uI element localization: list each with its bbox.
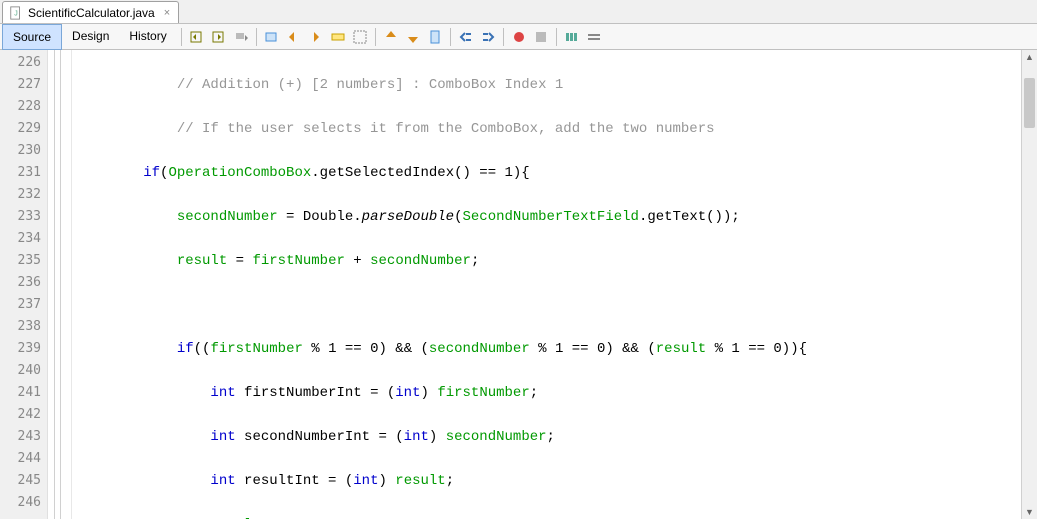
line-number: 240 [0,360,41,382]
code-comment: // If the user selects it from the Combo… [177,121,715,137]
code-comment: // Addition (+) [2 numbers] : ComboBox I… [177,77,563,93]
fold-strip[interactable] [48,50,72,519]
toggle-highlight-icon[interactable] [328,27,348,47]
separator [375,28,376,46]
toggle-bookmark-icon[interactable] [425,27,445,47]
scroll-up-icon[interactable]: ▲ [1022,50,1037,64]
file-tab-label: ScientificCalculator.java [28,6,155,20]
line-number: 236 [0,272,41,294]
find-selection-icon[interactable] [262,27,282,47]
dropdown-icon[interactable] [231,27,251,47]
line-number: 241 [0,382,41,404]
line-number: 231 [0,162,41,184]
line-number: 227 [0,74,41,96]
view-tab-design[interactable]: Design [62,24,119,50]
separator [503,28,504,46]
code-editor: 2262272282292302312322332342352362372382… [0,50,1037,519]
close-icon[interactable]: × [164,7,170,19]
file-tab[interactable]: J ScientificCalculator.java × [2,1,179,23]
vertical-scrollbar[interactable]: ▲ ▼ [1021,50,1037,519]
macro-stop-icon[interactable] [531,27,551,47]
shift-left-icon[interactable] [456,27,476,47]
line-number: 245 [0,470,41,492]
shift-right-icon[interactable] [478,27,498,47]
line-number: 244 [0,448,41,470]
separator [556,28,557,46]
line-number: 239 [0,338,41,360]
java-file-icon: J [9,6,23,20]
line-number: 234 [0,228,41,250]
view-tab-history[interactable]: History [119,24,176,50]
line-number: 243 [0,426,41,448]
line-number: 237 [0,294,41,316]
find-next-icon[interactable] [306,27,326,47]
code-area[interactable]: // Addition (+) [2 numbers] : ComboBox I… [72,50,1037,519]
editor-toolbar: Source Design History [0,24,1037,50]
line-number: 232 [0,184,41,206]
scroll-thumb[interactable] [1024,78,1035,128]
line-number: 246 [0,492,41,514]
line-number: 238 [0,316,41,338]
toggle-rect-select-icon[interactable] [350,27,370,47]
macro-record-icon[interactable] [509,27,529,47]
scroll-down-icon[interactable]: ▼ [1022,505,1037,519]
line-gutter: 2262272282292302312322332342352362372382… [0,50,48,519]
svg-text:J: J [14,10,18,17]
view-tab-source[interactable]: Source [2,24,62,50]
find-prev-icon[interactable] [284,27,304,47]
line-number: 242 [0,404,41,426]
prev-bookmark-icon[interactable] [381,27,401,47]
line-number: 226 [0,52,41,74]
separator [450,28,451,46]
separator [256,28,257,46]
uncomment-icon[interactable] [584,27,604,47]
nav-back-icon[interactable] [187,27,207,47]
comment-icon[interactable] [562,27,582,47]
line-number: 230 [0,140,41,162]
line-number: 228 [0,96,41,118]
line-number: 235 [0,250,41,272]
line-number: 233 [0,206,41,228]
separator [181,28,182,46]
nav-forward-icon[interactable] [209,27,229,47]
next-bookmark-icon[interactable] [403,27,423,47]
file-tab-bar: J ScientificCalculator.java × [0,0,1037,24]
line-number: 229 [0,118,41,140]
